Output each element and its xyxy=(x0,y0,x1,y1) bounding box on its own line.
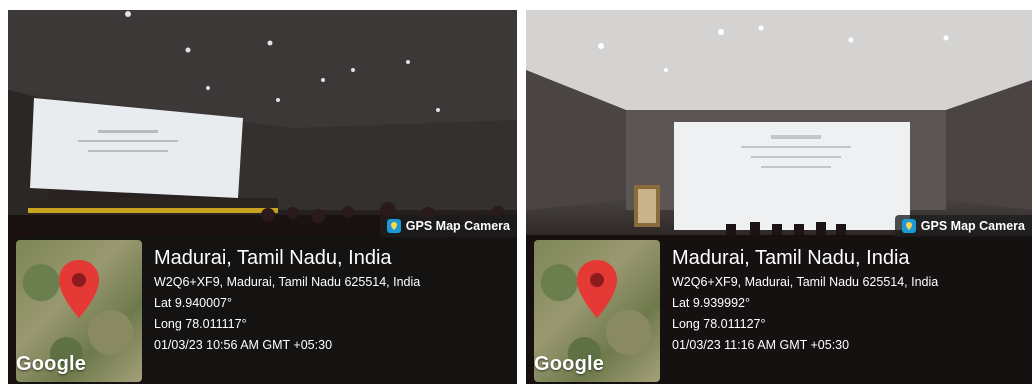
latitude: Lat 9.940007° xyxy=(154,296,232,310)
longitude: Long 78.011117° xyxy=(154,317,247,331)
timestamp: 01/03/23 10:56 AM GMT +05:30 xyxy=(154,338,333,352)
location-info: Madurai, Tamil Nadu, India W2Q6+XF9, Mad… xyxy=(154,246,420,356)
gps-map-camera-badge: GPS Map Camera xyxy=(379,215,517,237)
gps-map-camera-badge: GPS Map Camera xyxy=(894,215,1032,237)
geotagged-photo-2: GPS Map Camera Google Madurai, Tamil Nad… xyxy=(526,10,1032,384)
latitude: Lat 9.939992° xyxy=(672,296,750,310)
badge-label: GPS Map Camera xyxy=(405,219,510,233)
location-title: Madurai, Tamil Nadu, India xyxy=(154,247,392,269)
google-watermark: Google xyxy=(534,353,605,375)
badge-label: GPS Map Camera xyxy=(920,219,1025,233)
map-pin-icon xyxy=(577,260,617,318)
gps-map-camera-logo-icon xyxy=(901,219,916,233)
google-watermark: Google xyxy=(16,353,87,375)
location-info: Madurai, Tamil Nadu, India W2Q6+XF9, Mad… xyxy=(672,246,938,356)
address-line: W2Q6+XF9, Madurai, Tamil Nadu 625514, In… xyxy=(672,275,939,289)
address-line: W2Q6+XF9, Madurai, Tamil Nadu 625514, In… xyxy=(154,275,421,289)
geotagged-photo-1: GPS Map Camera Google Madurai, Tamil Nad… xyxy=(8,10,517,384)
map-thumbnail: Google xyxy=(534,240,660,382)
longitude: Long 78.011127° xyxy=(672,317,766,331)
gps-map-camera-logo-icon xyxy=(386,219,401,233)
map-pin-icon xyxy=(59,260,99,318)
timestamp: 01/03/23 11:16 AM GMT +05:30 xyxy=(672,338,850,352)
map-thumbnail: Google xyxy=(16,240,142,382)
location-title: Madurai, Tamil Nadu, India xyxy=(672,247,910,269)
